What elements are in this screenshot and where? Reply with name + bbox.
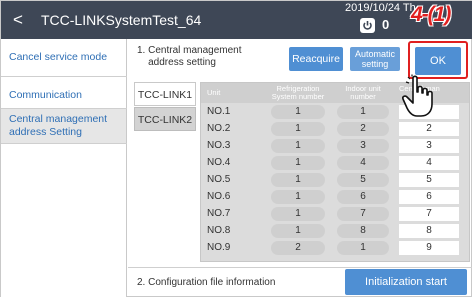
chevron-left-icon: <: [13, 10, 23, 29]
indoor-unit-cell: 6: [337, 190, 389, 204]
title-bar: < TCC-LINKSystemTest_64 2019/10/24 Th 0: [1, 1, 472, 39]
tab-tcc-link2[interactable]: TCC-LINK2: [134, 107, 196, 131]
sidebar-divider: [1, 76, 127, 77]
sidebar-item-label: Cancel service mode: [9, 51, 108, 63]
unit-cell: NO.4: [207, 157, 231, 168]
indoor-unit-cell: 5: [337, 173, 389, 187]
section-divider: [128, 267, 472, 268]
central-address-field[interactable]: 5: [399, 173, 459, 187]
window-title: TCC-LINKSystemTest_64: [41, 12, 202, 28]
column-header-indoor-unit: Indoor unit number: [345, 84, 381, 101]
hand-pointer-icon: [402, 74, 433, 117]
indoor-unit-cell: 1: [337, 105, 389, 119]
table-row: NO.6 1 6 6: [201, 188, 469, 205]
indoor-unit-cell: 4: [337, 156, 389, 170]
indoor-unit-cell: 2: [337, 122, 389, 136]
unit-cell: NO.7: [207, 208, 231, 219]
refrigeration-cell: 1: [271, 122, 325, 136]
sidebar: Cancel service mode Communication Centra…: [1, 39, 127, 297]
unit-cell: NO.5: [207, 174, 231, 185]
central-address-field[interactable]: 8: [399, 224, 459, 238]
power-icon[interactable]: [360, 18, 375, 33]
central-address-field[interactable]: 6: [399, 190, 459, 204]
indoor-unit-cell: 7: [337, 207, 389, 221]
initialization-start-button[interactable]: Initialization start: [345, 269, 467, 295]
unit-cell: NO.3: [207, 140, 231, 151]
table-row: NO.8 1 8 8: [201, 222, 469, 239]
refrigeration-cell: 1: [271, 139, 325, 153]
column-header-unit: Unit: [207, 88, 221, 97]
automatic-setting-button[interactable]: Automatic setting: [350, 47, 400, 71]
ok-button[interactable]: OK: [415, 47, 461, 75]
sidebar-item-label: Central management address Setting: [9, 113, 108, 138]
indoor-unit-cell: 1: [337, 241, 389, 255]
datetime-label: 2019/10/24 Th: [345, 2, 416, 14]
table-row: NO.5 1 5 5: [201, 171, 469, 188]
central-address-field[interactable]: 7: [399, 207, 459, 221]
refrigeration-cell: 1: [271, 224, 325, 238]
tab-tcc-link1[interactable]: TCC-LINK1: [134, 82, 196, 106]
table-row: NO.3 1 3 3: [201, 137, 469, 154]
table-row: NO.4 1 4 4: [201, 154, 469, 171]
reacquire-button[interactable]: Reacquire: [289, 47, 343, 71]
central-address-field[interactable]: 3: [399, 139, 459, 153]
central-address-field[interactable]: 2: [399, 122, 459, 136]
indoor-unit-cell: 3: [337, 139, 389, 153]
sidebar-item-cancel-service-mode[interactable]: Cancel service mode: [1, 51, 127, 64]
sidebar-divider: [1, 143, 127, 144]
column-header-refrigeration: Refrigeration System number: [271, 84, 325, 101]
central-address-field[interactable]: 4: [399, 156, 459, 170]
sidebar-item-communication[interactable]: Communication: [1, 89, 127, 102]
section-title-address-setting: 1. Central management address setting: [137, 45, 242, 68]
sidebar-item-label: Communication: [9, 89, 82, 101]
section-title-configuration-file: 2. Configuration file information: [137, 277, 276, 288]
refrigeration-cell: 2: [271, 241, 325, 255]
app-window: < TCC-LINKSystemTest_64 2019/10/24 Th 0 …: [0, 0, 472, 297]
unit-cell: NO.9: [207, 242, 231, 253]
sidebar-item-central-management-address-setting[interactable]: Central management address Setting: [1, 109, 126, 143]
step-annotation: 4-(1): [411, 3, 451, 26]
unit-cell: NO.8: [207, 225, 231, 236]
refrigeration-cell: 1: [271, 156, 325, 170]
unit-cell: NO.1: [207, 106, 231, 117]
table-row: NO.7 1 7 7: [201, 205, 469, 222]
table-row: NO.9 2 1 9: [201, 239, 469, 256]
power-count: 0: [382, 17, 390, 32]
table-row: NO.2 1 2 2: [201, 120, 469, 137]
back-button[interactable]: <: [13, 10, 31, 30]
refrigeration-cell: 1: [271, 207, 325, 221]
unit-cell: NO.2: [207, 123, 231, 134]
refrigeration-cell: 1: [271, 173, 325, 187]
indoor-unit-cell: 8: [337, 224, 389, 238]
central-address-field[interactable]: 9: [399, 241, 459, 255]
refrigeration-cell: 1: [271, 105, 325, 119]
unit-cell: NO.6: [207, 191, 231, 202]
refrigeration-cell: 1: [271, 190, 325, 204]
